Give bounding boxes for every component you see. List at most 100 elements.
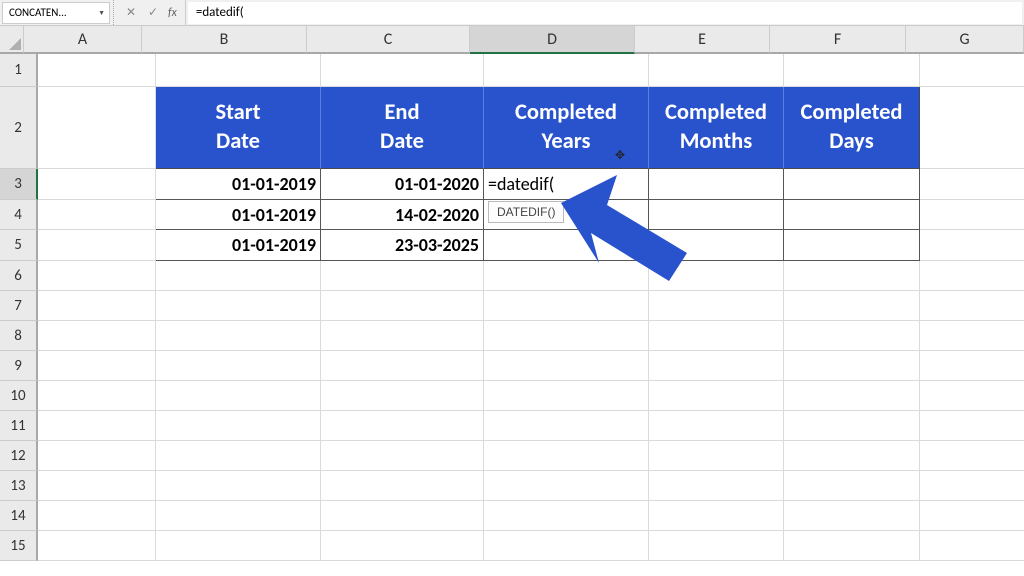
cell-G9[interactable] <box>920 351 1024 381</box>
cell-C7[interactable] <box>321 291 484 321</box>
row-header-2[interactable]: 2 <box>0 87 38 169</box>
col-header-G[interactable]: G <box>906 26 1024 54</box>
confirm-icon[interactable]: ✓ <box>142 5 164 20</box>
cell-A9[interactable] <box>38 351 156 381</box>
cell-B9[interactable] <box>156 351 321 381</box>
cell-F13[interactable] <box>784 471 920 501</box>
fx-icon[interactable]: fx <box>168 6 177 20</box>
cell-D9[interactable] <box>484 351 649 381</box>
formula-input[interactable]: =datedif( <box>188 2 1022 24</box>
cell-B6[interactable] <box>156 261 321 291</box>
cell-F4[interactable] <box>784 200 920 230</box>
cell-C14[interactable] <box>321 501 484 531</box>
cell-G8[interactable] <box>920 321 1024 351</box>
cell-B1[interactable] <box>156 54 321 87</box>
cell-A3[interactable] <box>38 169 156 200</box>
cell-G10[interactable] <box>920 381 1024 411</box>
cell-G7[interactable] <box>920 291 1024 321</box>
cell-G14[interactable] <box>920 501 1024 531</box>
cell-G6[interactable] <box>920 261 1024 291</box>
row-header-12[interactable]: 12 <box>0 441 38 471</box>
cell-G15[interactable] <box>920 531 1024 561</box>
cell-E10[interactable] <box>649 381 784 411</box>
row-header-13[interactable]: 13 <box>0 471 38 501</box>
cell-F14[interactable] <box>784 501 920 531</box>
cell-D12[interactable] <box>484 441 649 471</box>
row-header-3[interactable]: 3 <box>0 169 38 200</box>
col-header-B[interactable]: B <box>142 26 307 54</box>
cell-F8[interactable] <box>784 321 920 351</box>
header-end-date[interactable]: End Date <box>321 87 484 169</box>
cell-G11[interactable] <box>920 411 1024 441</box>
cell-F12[interactable] <box>784 441 920 471</box>
cell-D7[interactable] <box>484 291 649 321</box>
row-header-14[interactable]: 14 <box>0 501 38 531</box>
header-completed-days[interactable]: Completed Days <box>784 87 920 169</box>
cell-G12[interactable] <box>920 441 1024 471</box>
row-header-8[interactable]: 8 <box>0 321 38 351</box>
cell-G1[interactable] <box>920 54 1024 87</box>
cell-B10[interactable] <box>156 381 321 411</box>
row-header-5[interactable]: 5 <box>0 230 38 261</box>
row-header-9[interactable]: 9 <box>0 351 38 381</box>
select-all-corner[interactable] <box>0 26 24 54</box>
cell-C13[interactable] <box>321 471 484 501</box>
cell-C9[interactable] <box>321 351 484 381</box>
cell-A8[interactable] <box>38 321 156 351</box>
cell-C3[interactable]: 01-01-2020 <box>321 169 484 200</box>
cell-F5[interactable] <box>784 230 920 261</box>
cell-B15[interactable] <box>156 531 321 561</box>
row-header-4[interactable]: 4 <box>0 200 38 230</box>
cell-B11[interactable] <box>156 411 321 441</box>
cell-D14[interactable] <box>484 501 649 531</box>
cell-E13[interactable] <box>649 471 784 501</box>
cell-A12[interactable] <box>38 441 156 471</box>
cell-E8[interactable] <box>649 321 784 351</box>
cell-B14[interactable] <box>156 501 321 531</box>
cell-D1[interactable] <box>484 54 649 87</box>
col-header-F[interactable]: F <box>770 26 906 54</box>
cell-F15[interactable] <box>784 531 920 561</box>
cell-G13[interactable] <box>920 471 1024 501</box>
row-header-15[interactable]: 15 <box>0 531 38 561</box>
cell-A1[interactable] <box>38 54 156 87</box>
cell-A14[interactable] <box>38 501 156 531</box>
cell-F7[interactable] <box>784 291 920 321</box>
cell-D10[interactable] <box>484 381 649 411</box>
cell-A7[interactable] <box>38 291 156 321</box>
row-header-7[interactable]: 7 <box>0 291 38 321</box>
cancel-icon[interactable]: ✕ <box>120 5 142 20</box>
cell-A4[interactable] <box>38 200 156 230</box>
cell-E9[interactable] <box>649 351 784 381</box>
cell-F11[interactable] <box>784 411 920 441</box>
cell-A11[interactable] <box>38 411 156 441</box>
cell-B12[interactable] <box>156 441 321 471</box>
row-header-6[interactable]: 6 <box>0 261 38 291</box>
cell-F3[interactable] <box>784 169 920 200</box>
chevron-down-icon[interactable]: ▼ <box>98 8 105 17</box>
cell-C10[interactable] <box>321 381 484 411</box>
cell-A13[interactable] <box>38 471 156 501</box>
cell-E12[interactable] <box>649 441 784 471</box>
cell-D11[interactable] <box>484 411 649 441</box>
cell-B5[interactable]: 01-01-2019 <box>156 230 321 261</box>
cell-D13[interactable] <box>484 471 649 501</box>
header-start-date[interactable]: Start Date <box>156 87 321 169</box>
cell-A5[interactable] <box>38 230 156 261</box>
cell-D8[interactable] <box>484 321 649 351</box>
cell-F10[interactable] <box>784 381 920 411</box>
cell-B7[interactable] <box>156 291 321 321</box>
col-header-C[interactable]: C <box>307 26 470 54</box>
cell-A10[interactable] <box>38 381 156 411</box>
cell-F1[interactable] <box>784 54 920 87</box>
col-header-D[interactable]: D <box>470 26 635 54</box>
cell-A2[interactable] <box>38 87 156 169</box>
cell-B13[interactable] <box>156 471 321 501</box>
col-header-A[interactable]: A <box>24 26 142 54</box>
cell-C8[interactable] <box>321 321 484 351</box>
cell-C5[interactable]: 23-03-2025 <box>321 230 484 261</box>
cell-D15[interactable] <box>484 531 649 561</box>
cell-E14[interactable] <box>649 501 784 531</box>
cell-G3[interactable] <box>920 169 1024 200</box>
cell-F9[interactable] <box>784 351 920 381</box>
